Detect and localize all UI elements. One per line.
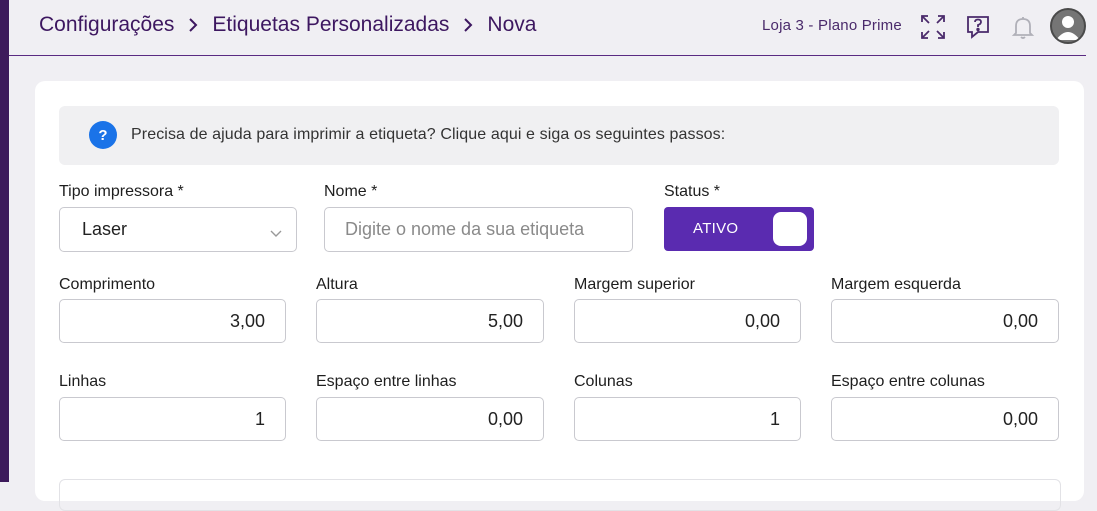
name-label: Nome * [324, 183, 378, 200]
question-icon[interactable]: ? [89, 121, 117, 149]
rows-value: 1 [254, 409, 265, 429]
row-spacing-value: 0,00 [487, 409, 523, 429]
height-label: Altura [316, 276, 358, 293]
length-input[interactable]: 3,00 [59, 299, 286, 343]
length-value: 3,00 [229, 311, 265, 331]
margin-top-value: 0,00 [744, 311, 780, 331]
row-spacing-input[interactable]: 0,00 [316, 397, 544, 441]
column-spacing-value: 0,00 [1002, 409, 1038, 429]
bell-icon[interactable] [1008, 12, 1038, 42]
chevron-down-icon [270, 223, 282, 244]
margin-top-label: Margem superior [574, 276, 695, 293]
column-spacing-input[interactable]: 0,00 [831, 397, 1059, 441]
height-value: 5,00 [487, 311, 523, 331]
length-label: Comprimento [59, 276, 156, 293]
margin-left-input[interactable]: 0,00 [831, 299, 1059, 343]
breadcrumb-etiquetas[interactable]: Etiquetas Personalizadas [212, 13, 449, 37]
breadcrumb: Configurações Etiquetas Personalizadas N… [39, 13, 536, 37]
top-header: Configurações Etiquetas Personalizadas N… [9, 0, 1086, 56]
help-chat-icon[interactable] [963, 12, 993, 42]
breadcrumb-configuracoes[interactable]: Configurações [39, 13, 174, 37]
rows-label: Linhas [59, 373, 107, 390]
rows-input[interactable]: 1 [59, 397, 286, 441]
column-spacing-label: Espaço entre colunas [831, 373, 985, 390]
name-placeholder: Digite o nome da sua etiqueta [345, 219, 585, 239]
printer-type-value: Laser [82, 219, 128, 239]
user-avatar-icon[interactable] [1050, 8, 1086, 44]
columns-value: 1 [769, 409, 780, 429]
printer-type-select[interactable]: Laser [59, 207, 297, 252]
row-spacing-label: Espaço entre linhas [316, 373, 457, 390]
chevron-right-icon [184, 16, 202, 34]
name-field[interactable]: Digite o nome da sua etiqueta [324, 207, 633, 252]
status-label: Status * [664, 183, 721, 200]
height-input[interactable]: 5,00 [316, 299, 544, 343]
expand-icon[interactable] [918, 12, 948, 42]
breadcrumb-nova: Nova [487, 13, 537, 36]
help-text[interactable]: Precisa de ajuda para imprimir a etiquet… [131, 126, 725, 144]
status-toggle[interactable]: ATIVO [664, 207, 814, 251]
toggle-knob [773, 212, 807, 246]
margin-top-input[interactable]: 0,00 [574, 299, 801, 343]
margin-left-value: 0,00 [1002, 311, 1038, 331]
margin-left-label: Margem esquerda [831, 276, 961, 293]
chevron-right-icon [459, 16, 477, 34]
printer-type-label: Tipo impressora * [59, 183, 184, 200]
next-section-box [59, 479, 1061, 511]
columns-input[interactable]: 1 [574, 397, 801, 441]
form-card: ? Precisa de ajuda para imprimir a etiqu… [35, 81, 1084, 511]
help-banner[interactable]: ? Precisa de ajuda para imprimir a etiqu… [59, 106, 1059, 165]
store-plan-label[interactable]: Loja 3 - Plano Prime [762, 17, 902, 34]
columns-label: Colunas [574, 373, 633, 390]
left-sidebar-edge [0, 0, 9, 482]
status-toggle-label: ATIVO [693, 220, 739, 237]
